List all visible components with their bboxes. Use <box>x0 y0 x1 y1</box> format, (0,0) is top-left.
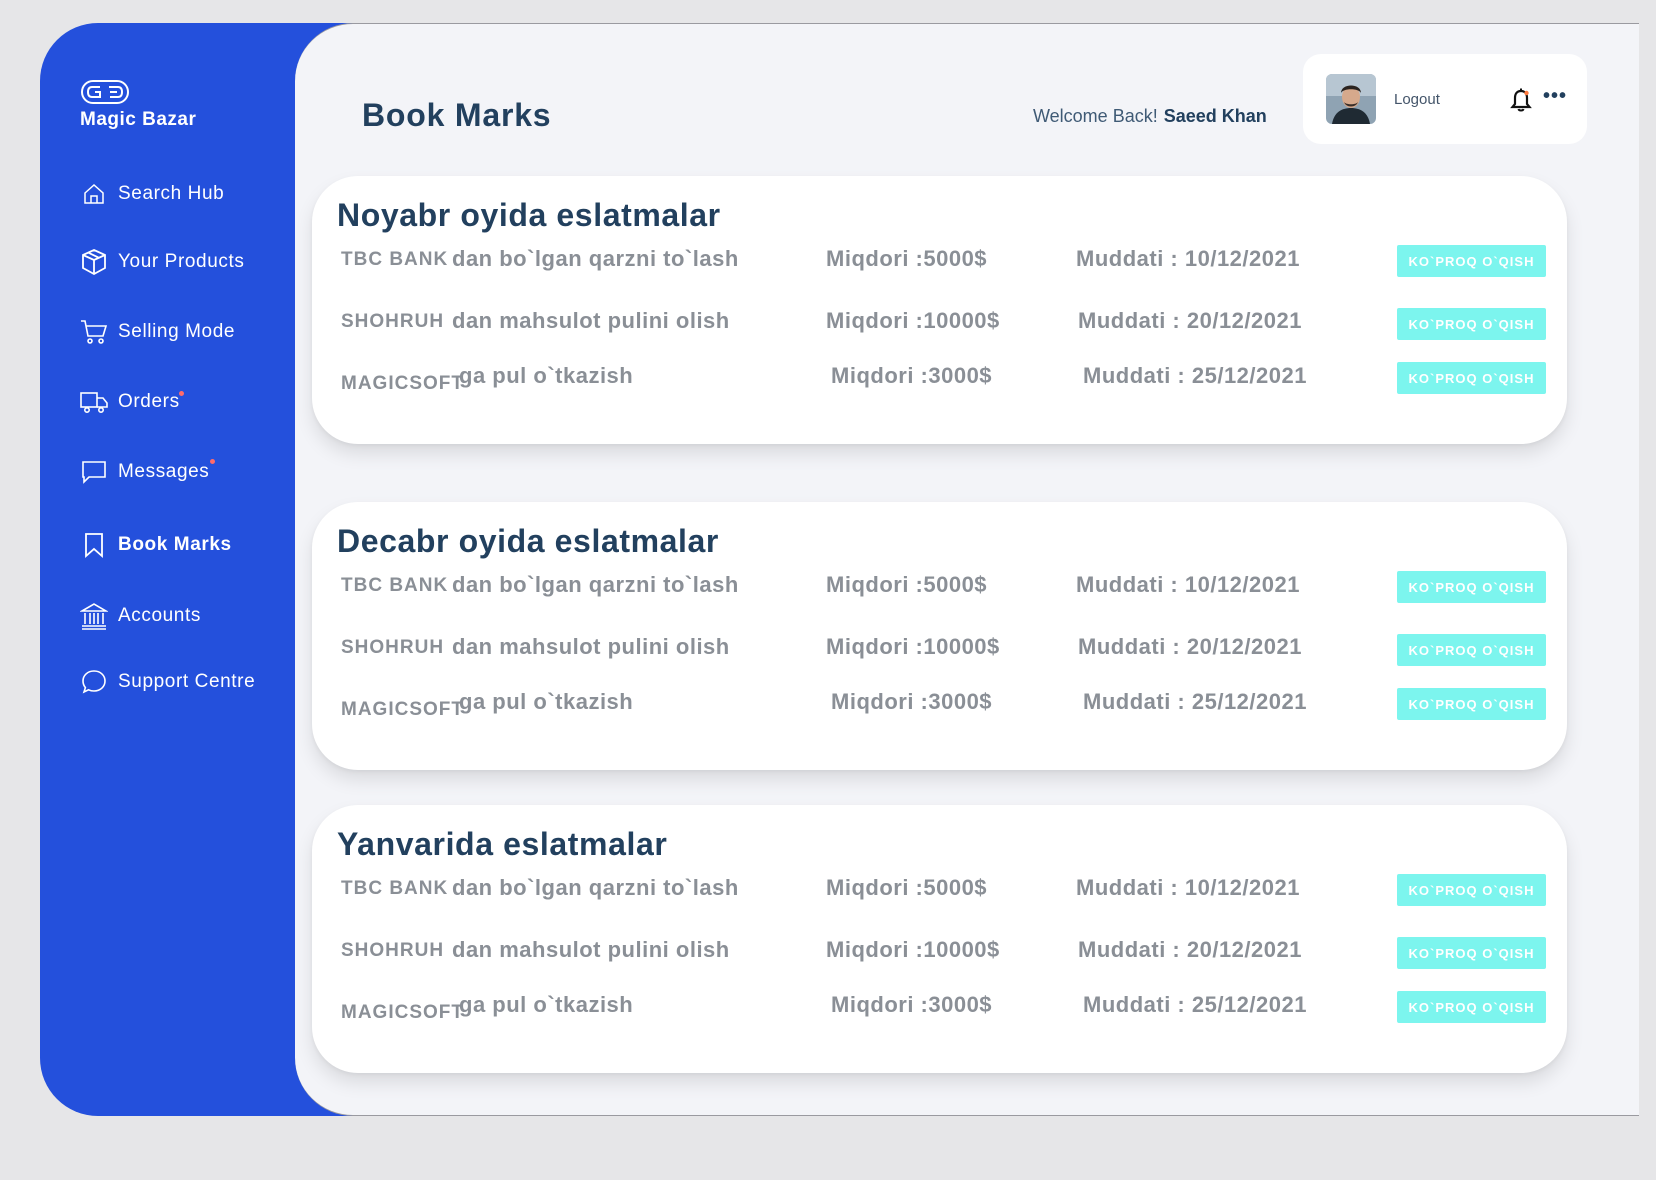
reminder-party: MAGICSOFT <box>341 699 464 720</box>
sidebar-item-label: Messages <box>118 459 216 483</box>
sidebar-item-messages[interactable]: Messages <box>80 454 216 490</box>
reminder-due-date: Muddati : 25/12/2021 <box>1083 689 1307 714</box>
sidebar-item-label: Your Products <box>118 251 245 272</box>
brand[interactable]: Magic Bazar <box>80 79 196 131</box>
reminder-description: dan bo`lgan qarzni to`lash <box>452 875 739 900</box>
card-title: Decabr oyida eslatmalar <box>337 523 719 559</box>
reminder-due-date: Muddati : 10/12/2021 <box>1076 246 1300 271</box>
reminder-party: SHOHRUH <box>341 637 445 658</box>
welcome-message: Welcome Back! Saeed Khan <box>1033 106 1267 127</box>
reminder-description: ga pul o`tkazish <box>459 689 634 714</box>
reminder-due-date: Muddati : 25/12/2021 <box>1083 992 1307 1017</box>
reminder-amount: Miqdori :10000$ <box>826 308 1000 333</box>
reminder-amount: Miqdori :10000$ <box>826 937 1000 962</box>
sidebar-item-label: Search Hub <box>118 183 225 204</box>
page-title: Book Marks <box>362 97 552 133</box>
reminder-description: dan mahsulot pulini olish <box>452 937 730 962</box>
reminder-row: SHOHRUH dan mahsulot pulini olish Miqdori … <box>312 937 1567 967</box>
read-more-button[interactable]: KO`PROQ O`QISH <box>1397 571 1546 603</box>
sidebar-item-book-marks[interactable]: Book Marks <box>80 527 232 563</box>
reminder-description: dan bo`lgan qarzni to`lash <box>452 572 739 597</box>
sidebar-item-selling-mode[interactable]: Selling Mode <box>80 314 235 350</box>
reminder-due-date: Muddati : 20/12/2021 <box>1078 308 1302 333</box>
bookmark-icon <box>80 531 108 559</box>
reminder-party: SHOHRUH <box>341 940 445 961</box>
box-icon <box>80 248 108 276</box>
read-more-button[interactable]: KO`PROQ O`QISH <box>1397 308 1546 340</box>
reminder-description: dan bo`lgan qarzni to`lash <box>452 246 739 271</box>
reminder-due-date: Muddati : 10/12/2021 <box>1076 875 1300 900</box>
sidebar-item-label: Support Centre <box>118 671 256 692</box>
reminder-description: dan mahsulot pulini olish <box>452 308 730 333</box>
reminder-amount: Miqdori :5000$ <box>826 875 988 900</box>
reminder-row: TBC BANK dan bo`lgan qarzni to`lash Miqdor… <box>312 246 1567 276</box>
bookmark-card: Yanvarida eslatmalar TBC BANK dan bo`lgan … <box>312 805 1567 1073</box>
reminder-party: SHOHRUH <box>341 311 445 332</box>
chat-icon <box>80 458 108 486</box>
reminder-amount: Miqdori :5000$ <box>826 572 988 597</box>
sidebar-item-label: Selling Mode <box>118 321 236 342</box>
reminder-amount: Miqdori :3000$ <box>831 689 993 714</box>
speech-bubble-icon <box>80 668 108 696</box>
card-title: Noyabr oyida eslatmalar <box>337 197 721 233</box>
read-more-button[interactable]: KO`PROQ O`QISH <box>1397 245 1546 277</box>
sidebar-item-label: Orders <box>118 391 184 413</box>
reminder-party: TBC BANK <box>341 878 449 899</box>
reminder-party: TBC BANK <box>341 575 449 596</box>
reminder-row: MAGICSOFT ga pul o`tkazish Miqdori :3000$ M… <box>312 363 1567 394</box>
reminder-due-date: Muddati : 25/12/2021 <box>1083 363 1307 388</box>
read-more-button[interactable]: KO`PROQ O`QISH <box>1397 991 1546 1023</box>
notification-dot <box>210 459 216 464</box>
sidebar-item-your-products[interactable]: Your Products <box>80 244 244 280</box>
welcome-text: Welcome Back! <box>1033 106 1158 126</box>
user-name: Saeed Khan <box>1163 106 1267 126</box>
home-icon <box>80 180 108 208</box>
brand-name: Magic Bazar <box>80 109 197 130</box>
reminder-amount: Miqdori :10000$ <box>826 634 1000 659</box>
logo-icon <box>80 79 196 105</box>
sidebar-item-label: Accounts <box>118 605 201 626</box>
reminder-description: dan mahsulot pulini olish <box>452 634 730 659</box>
bookmark-card: Decabr oyida eslatmalar TBC BANK dan bo`lg… <box>312 502 1567 770</box>
reminder-due-date: Muddati : 20/12/2021 <box>1078 937 1302 962</box>
bookmark-card: Noyabr oyida eslatmalar TBC BANK dan bo`lg… <box>312 176 1567 444</box>
notification-dot <box>178 391 184 396</box>
read-more-button[interactable]: KO`PROQ O`QISH <box>1397 362 1546 394</box>
sidebar-item-search-hub[interactable]: Search Hub <box>80 176 224 212</box>
reminder-party: TBC BANK <box>341 249 449 270</box>
reminder-row: TBC BANK dan bo`lgan qarzni to`lash Miqdor… <box>312 875 1567 905</box>
reminder-due-date: Muddati : 10/12/2021 <box>1076 572 1300 597</box>
truck-icon <box>80 388 108 416</box>
bank-icon <box>80 602 108 630</box>
reminder-due-date: Muddati : 20/12/2021 <box>1078 634 1302 659</box>
reminder-description: ga pul o`tkazish <box>459 363 634 388</box>
sidebar-item-support-centre[interactable]: Support Centre <box>80 664 255 700</box>
reminder-amount: Miqdori :3000$ <box>831 363 993 388</box>
read-more-button[interactable]: KO`PROQ O`QISH <box>1397 874 1546 906</box>
reminder-amount: Miqdori :5000$ <box>826 246 988 271</box>
reminder-row: SHOHRUH dan mahsulot pulini olish Miqdori … <box>312 308 1567 338</box>
more-options-icon[interactable]: ••• <box>1543 85 1567 108</box>
reminder-description: ga pul o`tkazish <box>459 992 634 1017</box>
reminder-row: SHOHRUH dan mahsulot pulini olish Miqdori … <box>312 634 1567 664</box>
reminder-row: MAGICSOFT ga pul o`tkazish Miqdori :3000$ M… <box>312 689 1567 720</box>
card-title: Yanvarida eslatmalar <box>337 826 668 862</box>
sidebar-item-label: Book Marks <box>118 534 232 555</box>
read-more-button[interactable]: KO`PROQ O`QISH <box>1397 634 1546 666</box>
user-card: Logout ••• <box>1303 54 1587 144</box>
reminder-row: MAGICSOFT ga pul o`tkazish Miqdori :3000$ M… <box>312 992 1567 1023</box>
bell-icon[interactable] <box>1510 88 1532 119</box>
sidebar-item-orders[interactable]: Orders <box>80 384 184 420</box>
sidebar-item-accounts[interactable]: Accounts <box>80 598 201 634</box>
read-more-button[interactable]: KO`PROQ O`QISH <box>1397 937 1546 969</box>
reminder-row: TBC BANK dan bo`lgan qarzni to`lash Miqdor… <box>312 572 1567 602</box>
reminder-party: MAGICSOFT <box>341 1002 464 1023</box>
read-more-button[interactable]: KO`PROQ O`QISH <box>1397 688 1546 720</box>
logout-button[interactable]: Logout <box>1394 91 1440 108</box>
reminder-party: MAGICSOFT <box>341 373 464 394</box>
reminder-amount: Miqdori :3000$ <box>831 992 993 1017</box>
avatar[interactable] <box>1326 74 1376 124</box>
cart-icon <box>80 318 108 346</box>
